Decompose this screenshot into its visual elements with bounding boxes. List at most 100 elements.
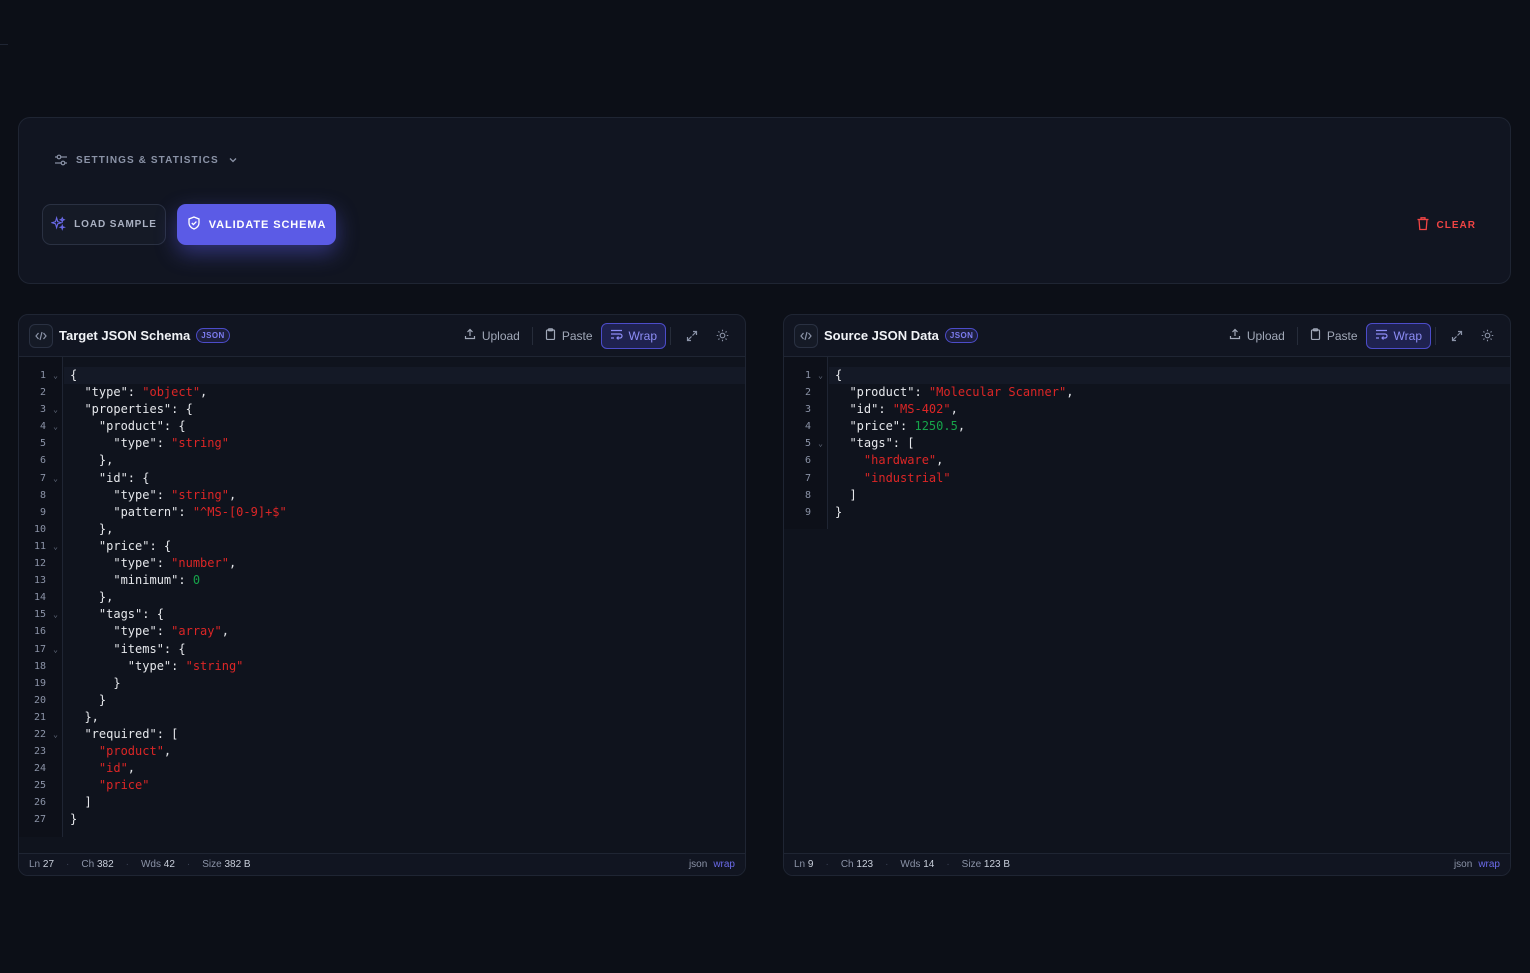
sparkles-icon bbox=[50, 215, 67, 234]
editor-title: Target JSON Schema bbox=[59, 328, 191, 343]
string-token: "Molecular Scanner" bbox=[928, 385, 1067, 400]
code-token: } bbox=[70, 692, 107, 707]
wrap-toggle[interactable]: Wrap bbox=[1365, 322, 1431, 349]
code-token: "type": bbox=[70, 624, 172, 639]
fold-chevron-icon[interactable]: ⌄ bbox=[53, 726, 58, 743]
code-token: ] bbox=[835, 487, 857, 502]
theme-sun-icon[interactable] bbox=[709, 323, 735, 349]
code-token: , bbox=[228, 556, 237, 571]
code-line: }, bbox=[64, 452, 745, 469]
code-token: "product": bbox=[835, 385, 929, 400]
code-token: , bbox=[221, 624, 229, 639]
paste-button[interactable]: Paste bbox=[537, 323, 601, 349]
code-line: "type": "string", bbox=[64, 487, 745, 504]
language-badge: JSON bbox=[196, 328, 230, 343]
line-number: 3 bbox=[804, 404, 811, 416]
validate-schema-button[interactable]: VALIDATE SCHEMA bbox=[177, 204, 336, 245]
theme-sun-icon[interactable] bbox=[1474, 323, 1500, 349]
code-token: "items": { bbox=[70, 641, 186, 656]
code-line: "product": "Molecular Scanner", bbox=[829, 384, 1510, 401]
char-stat: Ch 123 bbox=[840, 859, 874, 870]
fold-chevron-icon[interactable]: ⌄ bbox=[53, 641, 58, 658]
string-token: "product" bbox=[70, 744, 164, 759]
code-token: "required": [ bbox=[70, 726, 179, 741]
code-line: "tags": { bbox=[64, 606, 745, 623]
wrap-text-icon bbox=[1375, 328, 1388, 343]
code-line: } bbox=[64, 675, 745, 692]
code-line: ] bbox=[64, 794, 745, 811]
wrap-toggle[interactable]: Wrap bbox=[600, 322, 666, 349]
line-number: 4 ⌄ bbox=[19, 418, 62, 435]
settings-statistics-toggle[interactable]: SETTINGS & STATISTICS bbox=[54, 153, 239, 167]
fold-chevron-icon[interactable]: ⌄ bbox=[53, 367, 58, 384]
editor-header: Target JSON Schema JSON Upload Paste Wra… bbox=[19, 315, 745, 357]
expand-icon[interactable] bbox=[679, 323, 705, 349]
code-line: "type": "string" bbox=[64, 435, 745, 452]
code-icon bbox=[794, 323, 818, 348]
line-number: 7 bbox=[804, 472, 811, 484]
settings-label: SETTINGS & STATISTICS bbox=[76, 154, 219, 166]
code-line: } bbox=[64, 811, 745, 828]
code-line: "price": 1250.5, bbox=[829, 418, 1510, 435]
paste-button[interactable]: Paste bbox=[1302, 323, 1366, 349]
upload-button[interactable]: Upload bbox=[1221, 323, 1293, 349]
fold-chevron-icon[interactable]: ⌄ bbox=[53, 418, 58, 435]
code-token: } bbox=[70, 675, 121, 690]
upload-button[interactable]: Upload bbox=[456, 323, 528, 349]
language-indicator: json bbox=[688, 859, 708, 870]
chevron-down-icon bbox=[227, 154, 239, 166]
string-token: "number" bbox=[171, 556, 229, 571]
string-token: "id" bbox=[70, 761, 128, 776]
fold-chevron-icon[interactable]: ⌄ bbox=[818, 367, 823, 384]
code-token: , bbox=[163, 744, 172, 759]
line-number: 9 bbox=[804, 506, 811, 518]
divider bbox=[670, 326, 671, 345]
line-number: 26 bbox=[33, 797, 46, 809]
code-editor[interactable]: 1 ⌄ 2 3 ⌄ 4 ⌄ 5 6 7 ⌄ 8 9 10 11 ⌄ 12 13 14 15 ⌄ 16 17 ⌄ 18 19 20 21… bbox=[19, 357, 745, 853]
code-line: "items": { bbox=[64, 641, 745, 658]
line-number: 17 ⌄ bbox=[19, 641, 62, 658]
line-number: 20 bbox=[33, 694, 46, 706]
code-token: { bbox=[835, 368, 843, 382]
code-token: } bbox=[835, 504, 843, 519]
string-token: "string" bbox=[171, 487, 229, 502]
line-number: 19 bbox=[33, 677, 46, 689]
line-number-gutter: 1 ⌄ 2 3 4 5 ⌄ 6 7 8 9 bbox=[784, 357, 828, 529]
size-stat: Size 382 B bbox=[202, 859, 251, 870]
code-line: "type": "array", bbox=[64, 623, 745, 640]
upload-label: Upload bbox=[1246, 328, 1285, 343]
fold-chevron-icon[interactable]: ⌄ bbox=[53, 401, 58, 418]
code-editor[interactable]: 1 ⌄ 2 3 4 5 ⌄ 6 7 8 9 { "product": "Molecular Scan… bbox=[784, 357, 1510, 853]
code-line: "tags": [ bbox=[829, 435, 1510, 452]
load-sample-button[interactable]: LOAD SAMPLE bbox=[42, 204, 166, 245]
clipboard-icon bbox=[1310, 328, 1321, 343]
code-token: "price": bbox=[835, 419, 915, 434]
line-number: 3 ⌄ bbox=[19, 401, 62, 418]
line-stat: Ln 9 bbox=[794, 859, 814, 870]
upload-label: Upload bbox=[481, 328, 520, 343]
fold-chevron-icon[interactable]: ⌄ bbox=[53, 606, 58, 623]
fold-chevron-icon[interactable]: ⌄ bbox=[818, 435, 823, 452]
fold-chevron-icon[interactable]: ⌄ bbox=[53, 538, 58, 555]
trash-icon bbox=[1416, 216, 1430, 234]
line-number: 10 bbox=[33, 523, 46, 535]
line-number: 11 ⌄ bbox=[19, 538, 62, 555]
fold-chevron-icon[interactable]: ⌄ bbox=[53, 470, 58, 487]
line-number: 21 bbox=[33, 711, 46, 723]
code-token: "pattern": bbox=[70, 504, 193, 519]
paste-label: Paste bbox=[1326, 328, 1358, 343]
string-token: "object" bbox=[142, 385, 201, 400]
divider bbox=[1435, 326, 1436, 345]
expand-icon[interactable] bbox=[1444, 323, 1470, 349]
code-line: }, bbox=[64, 709, 745, 726]
code-token: }, bbox=[70, 590, 114, 605]
code-token: } bbox=[70, 812, 78, 827]
clear-button[interactable]: CLEAR bbox=[1416, 216, 1476, 234]
line-number: 24 bbox=[33, 763, 46, 775]
line-number: 1 ⌄ bbox=[784, 367, 827, 384]
status-bar: Ln 27 · Ch 382 · Wds 42 · Size 382 B jso… bbox=[19, 853, 745, 875]
code-area[interactable]: { "type": "object", "properties": { "pro… bbox=[64, 357, 745, 829]
status-bar: Ln 9 · Ch 123 · Wds 14 · Size 123 B json… bbox=[784, 853, 1510, 875]
code-area[interactable]: { "product": "Molecular Scanner", "id": … bbox=[829, 357, 1510, 521]
code-token: "id": { bbox=[70, 470, 150, 485]
